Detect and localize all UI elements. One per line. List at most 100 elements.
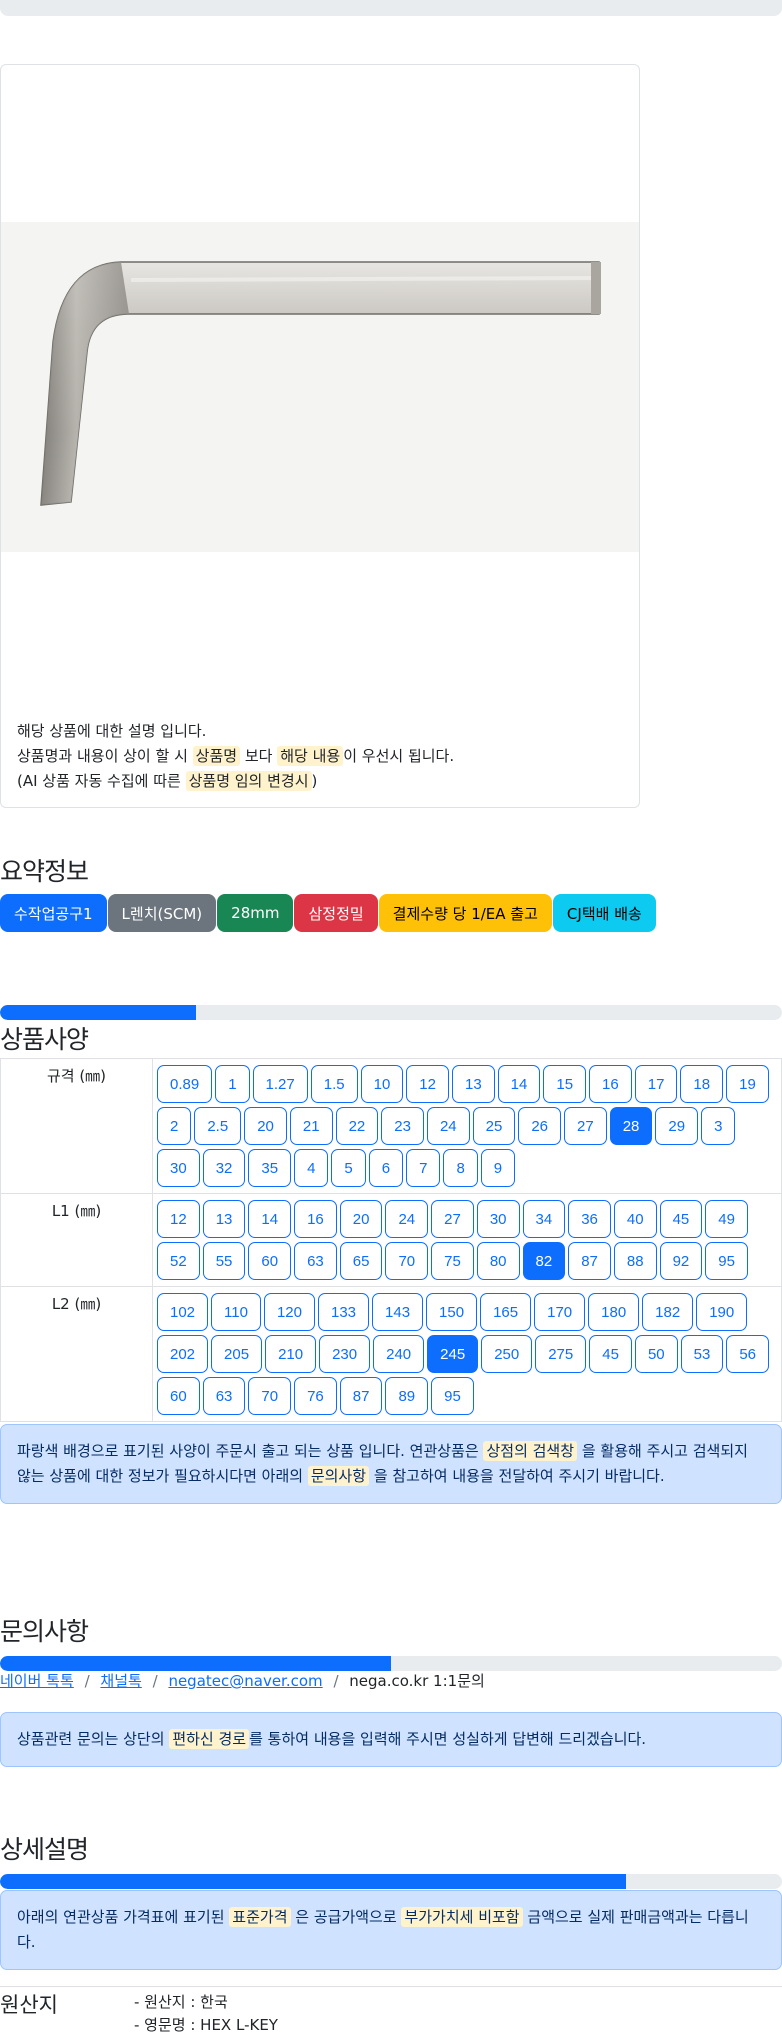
spec-option[interactable]: 76 xyxy=(294,1377,337,1415)
breadcrumb-separator: / xyxy=(152,1672,158,1690)
spec-option[interactable]: 110 xyxy=(211,1293,261,1331)
spec-option-selected[interactable]: 28 xyxy=(609,1107,653,1145)
spec-option[interactable]: 18 xyxy=(680,1065,724,1103)
spec-option[interactable]: 250 xyxy=(481,1335,533,1373)
spec-option[interactable]: 143 xyxy=(372,1293,424,1331)
spec-option-selected[interactable]: 82 xyxy=(522,1242,566,1280)
spec-option[interactable]: 23 xyxy=(381,1107,424,1145)
channel-talk-link[interactable]: 채널톡 xyxy=(100,1672,141,1690)
spec-option[interactable]: 24 xyxy=(385,1200,429,1238)
origin-country: - 원산지 : 한국 xyxy=(134,1993,228,2011)
spec-option[interactable]: 95 xyxy=(431,1377,474,1415)
spec-option[interactable]: 87 xyxy=(568,1242,611,1280)
spec-option[interactable]: 12 xyxy=(406,1065,449,1103)
spec-option[interactable]: 8 xyxy=(443,1149,478,1187)
spec-option[interactable]: 202 xyxy=(157,1335,209,1373)
spec-option[interactable]: 45 xyxy=(659,1200,703,1238)
spec-option[interactable]: 55 xyxy=(202,1242,246,1280)
spec-option[interactable]: 21 xyxy=(289,1107,333,1145)
spec-option[interactable]: 1.27 xyxy=(252,1065,308,1103)
spec-option[interactable]: 13 xyxy=(451,1065,495,1103)
spec-option[interactable]: 50 xyxy=(634,1335,678,1373)
spec-option[interactable]: 89 xyxy=(385,1377,429,1415)
spec-option[interactable]: 133 xyxy=(317,1293,370,1331)
naver-talk-link[interactable]: 네이버 톡톡 xyxy=(0,1672,74,1690)
spec-option[interactable]: 60 xyxy=(248,1242,292,1280)
spec-option[interactable]: 102 xyxy=(157,1293,209,1331)
spec-option[interactable]: 5 xyxy=(331,1149,366,1187)
spec-option[interactable]: 240 xyxy=(373,1335,425,1373)
spec-option[interactable]: 26 xyxy=(518,1107,562,1145)
spec-option[interactable]: 30 xyxy=(476,1200,520,1238)
spec-option[interactable]: 6 xyxy=(368,1149,404,1187)
spec-option[interactable]: 19 xyxy=(726,1065,769,1103)
spec-option[interactable]: 30 xyxy=(157,1149,200,1187)
spec-option[interactable]: 24 xyxy=(426,1107,470,1145)
spec-option[interactable]: 4 xyxy=(294,1149,329,1187)
spec-option[interactable]: 230 xyxy=(319,1335,371,1373)
spec-option[interactable]: 7 xyxy=(406,1149,441,1187)
spec-option[interactable]: 165 xyxy=(480,1293,532,1331)
spec-option[interactable]: 40 xyxy=(613,1200,657,1238)
spec-option[interactable]: 150 xyxy=(426,1293,478,1331)
spec-option[interactable]: 45 xyxy=(589,1335,632,1373)
spec-option[interactable]: 56 xyxy=(726,1335,769,1373)
spec-option[interactable]: 25 xyxy=(472,1107,516,1145)
spec-option[interactable]: 29 xyxy=(655,1107,699,1145)
spec-option[interactable]: 180 xyxy=(588,1293,640,1331)
spec-option[interactable]: 190 xyxy=(696,1293,748,1331)
spec-option[interactable]: 9 xyxy=(480,1149,516,1187)
spec-option[interactable]: 88 xyxy=(613,1242,657,1280)
spec-option[interactable]: 13 xyxy=(202,1200,246,1238)
detail-progress xyxy=(0,1874,782,1889)
spec-option[interactable]: 95 xyxy=(705,1242,748,1280)
spec-option[interactable]: 63 xyxy=(294,1242,337,1280)
notice-text: 를 통하여 내용을 입력해 주시면 성실하게 답변해 드리겠습니다. xyxy=(249,1730,647,1748)
spec-option[interactable]: 87 xyxy=(339,1377,383,1415)
spec-option[interactable]: 15 xyxy=(543,1065,587,1103)
spec-option[interactable]: 10 xyxy=(360,1065,404,1103)
spec-option-selected[interactable]: 245 xyxy=(427,1335,479,1373)
spec-option[interactable]: 22 xyxy=(335,1107,379,1145)
spec-option[interactable]: 27 xyxy=(564,1107,607,1145)
spec-option[interactable]: 14 xyxy=(497,1065,541,1103)
spec-option[interactable]: 20 xyxy=(244,1107,287,1145)
spec-option[interactable]: 170 xyxy=(534,1293,586,1331)
spec-option[interactable]: 35 xyxy=(248,1149,292,1187)
spec-option[interactable]: 16 xyxy=(589,1065,632,1103)
spec-option[interactable]: 120 xyxy=(263,1293,315,1331)
spec-option[interactable]: 70 xyxy=(248,1377,292,1415)
inquiry-notice: 상품관련 문의는 상단의 편하신 경로 를 통하여 내용을 입력해 주시면 성실하… xyxy=(0,1712,782,1767)
spec-option[interactable]: 36 xyxy=(568,1200,611,1238)
spec-option[interactable]: 1.5 xyxy=(310,1065,358,1103)
spec-option[interactable]: 70 xyxy=(385,1242,429,1280)
spec-option[interactable]: 75 xyxy=(431,1242,474,1280)
spec-option[interactable]: 17 xyxy=(634,1065,678,1103)
email-link[interactable]: negatec@naver.com xyxy=(168,1672,322,1690)
spec-option[interactable]: 49 xyxy=(705,1200,748,1238)
spec-option[interactable]: 53 xyxy=(680,1335,724,1373)
spec-option[interactable]: 52 xyxy=(157,1242,200,1280)
spec-option[interactable]: 16 xyxy=(294,1200,337,1238)
detail-progress-fill xyxy=(0,1874,626,1889)
spec-option[interactable]: 60 xyxy=(157,1377,200,1415)
spec-option[interactable]: 20 xyxy=(339,1200,383,1238)
spec-option[interactable]: 92 xyxy=(659,1242,703,1280)
spec-option[interactable]: 2 xyxy=(157,1107,192,1145)
spec-option[interactable]: 14 xyxy=(248,1200,292,1238)
spec-option[interactable]: 32 xyxy=(202,1149,246,1187)
spec-option[interactable]: 275 xyxy=(535,1335,587,1373)
spec-option[interactable]: 210 xyxy=(265,1335,317,1373)
spec-option[interactable]: 205 xyxy=(211,1335,263,1373)
spec-option[interactable]: 65 xyxy=(339,1242,383,1280)
spec-option[interactable]: 34 xyxy=(522,1200,566,1238)
spec-option[interactable]: 27 xyxy=(431,1200,474,1238)
spec-option[interactable]: 12 xyxy=(157,1200,200,1238)
spec-option[interactable]: 182 xyxy=(642,1293,694,1331)
spec-option[interactable]: 0.89 xyxy=(157,1065,213,1103)
spec-option[interactable]: 3 xyxy=(701,1107,736,1145)
spec-option[interactable]: 80 xyxy=(476,1242,520,1280)
spec-option[interactable]: 1 xyxy=(215,1065,250,1103)
spec-option[interactable]: 2.5 xyxy=(194,1107,242,1145)
spec-option[interactable]: 63 xyxy=(202,1377,246,1415)
